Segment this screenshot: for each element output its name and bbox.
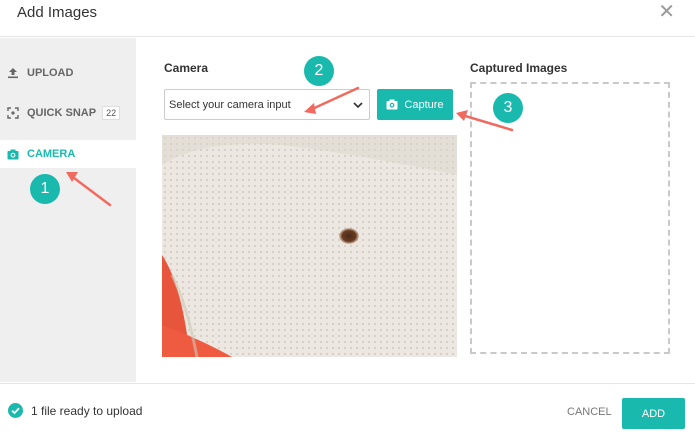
camera-label: Camera xyxy=(164,61,209,75)
count-badge: 22 xyxy=(102,106,121,120)
upload-status: 1 file ready to upload xyxy=(8,403,142,418)
sidebar-item-label: QUICK SNAP xyxy=(27,107,97,119)
annotation-marker-3: 3 xyxy=(493,93,523,123)
check-circle-icon xyxy=(8,403,23,418)
camera-preview xyxy=(162,135,457,357)
captured-images-dropzone xyxy=(470,82,670,354)
sidebar-item-label: CAMERA xyxy=(27,148,76,160)
close-icon[interactable]: ✕ xyxy=(658,2,675,22)
dialog-title: Add Images xyxy=(17,4,98,21)
capture-label: Capture xyxy=(404,98,444,111)
annotation-marker-1: 1 xyxy=(30,174,60,204)
dialog-footer: 1 file ready to upload CANCEL ADD xyxy=(0,383,695,433)
camera-input-select[interactable]: Select your camera input xyxy=(164,89,370,120)
upload-icon xyxy=(6,66,20,80)
sidebar: UPLOAD QUICK SNAP 22 CAMERA xyxy=(0,38,136,382)
cancel-button[interactable]: CANCEL xyxy=(567,406,612,418)
add-button[interactable]: ADD xyxy=(622,398,685,429)
annotation-marker-2: 2 xyxy=(304,56,334,86)
camera-icon xyxy=(386,99,398,110)
camera-input-value: Select your camera input xyxy=(169,98,291,111)
sidebar-item-label: UPLOAD xyxy=(27,67,74,79)
camera-icon xyxy=(6,147,20,161)
captured-images-label: Captured Images xyxy=(470,61,568,75)
sidebar-item-upload[interactable]: UPLOAD xyxy=(0,59,136,87)
sidebar-item-quick-snap[interactable]: QUICK SNAP 22 xyxy=(0,99,136,127)
sidebar-item-camera[interactable]: CAMERA xyxy=(0,140,136,168)
quick-snap-icon xyxy=(6,106,20,120)
dialog-header: Add Images ✕ xyxy=(0,0,695,37)
upload-status-text: 1 file ready to upload xyxy=(31,403,143,418)
capture-button[interactable]: Capture xyxy=(377,89,453,120)
chevron-down-icon xyxy=(353,100,363,112)
